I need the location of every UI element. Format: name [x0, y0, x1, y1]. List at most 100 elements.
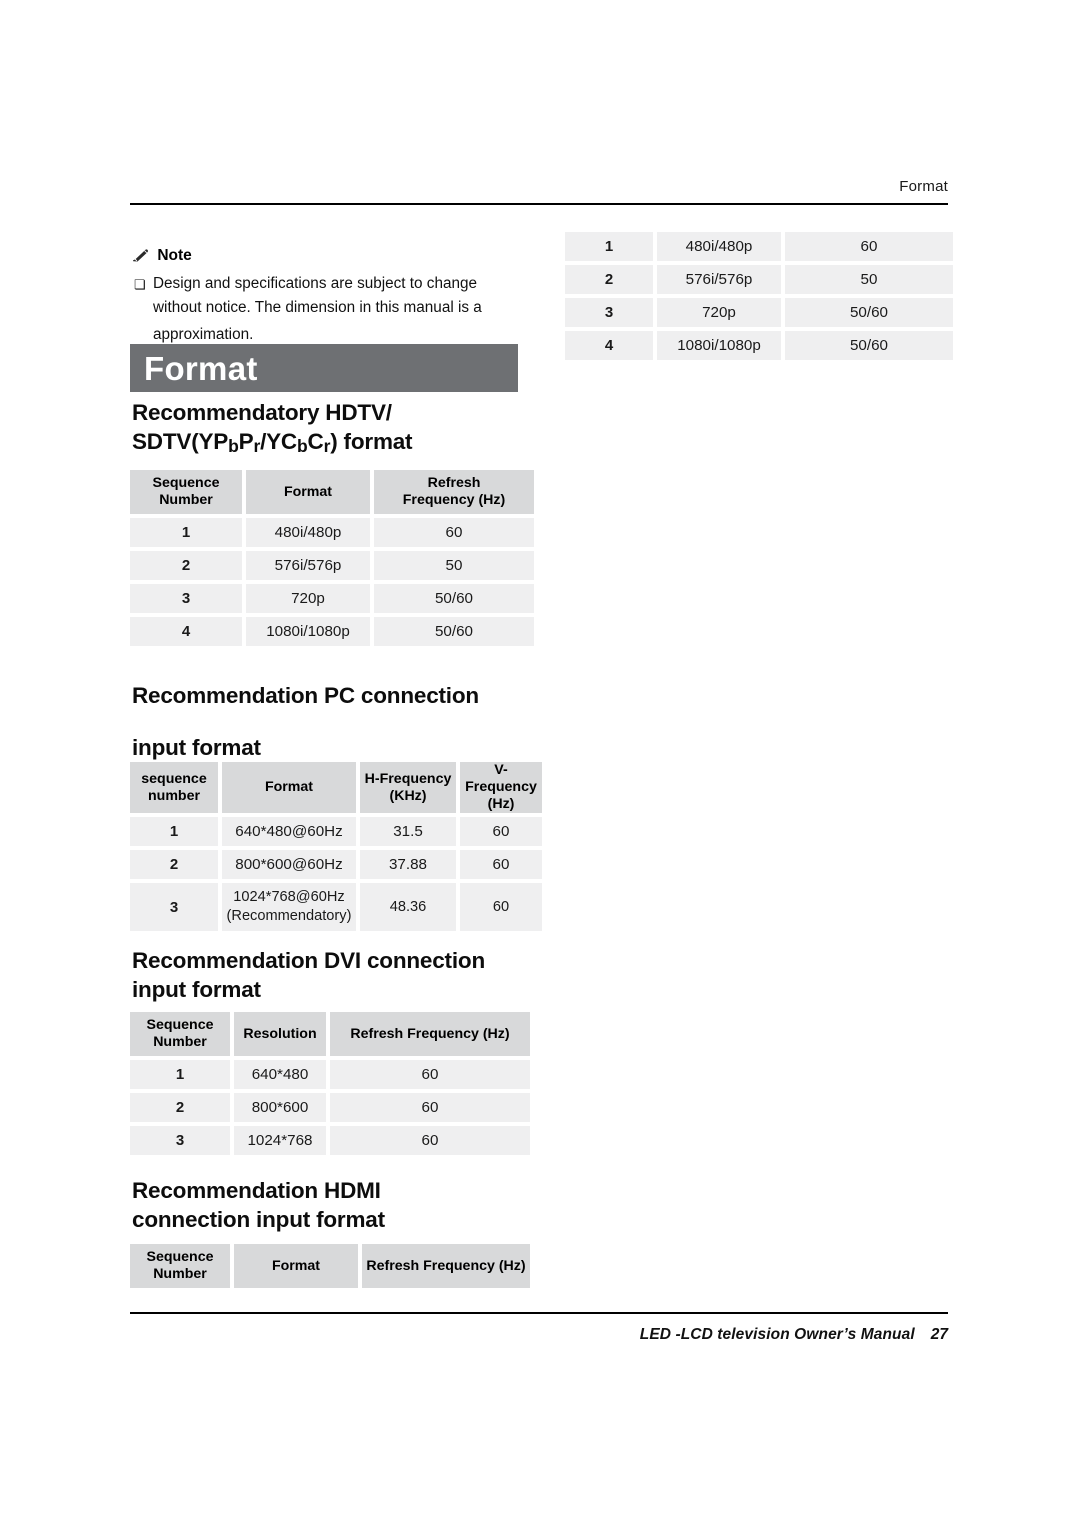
- heading-pc-line2: input format: [132, 735, 261, 760]
- footer-rule: [130, 1312, 948, 1314]
- header-text: Format: [271, 1257, 321, 1274]
- table-row: 2 800*600 60: [130, 1093, 530, 1122]
- cell-resolution: 800*600: [234, 1093, 326, 1122]
- table-row: 2 576i/576p 50: [130, 551, 534, 580]
- cell-h-frequency: 48.36: [360, 883, 456, 931]
- table-hdmi-input-format-continued: 1 480i/480p 60 2 576i/576p 50 3 720p 50/…: [561, 228, 957, 364]
- cell-v-frequency: 60: [460, 883, 542, 931]
- note-body: ❏ Design and specifications are subject …: [134, 272, 513, 347]
- table-row: 1 640*480 60: [130, 1060, 530, 1089]
- cell-sequence: 3: [130, 1126, 230, 1155]
- col-header-format: Format: [246, 470, 370, 514]
- cell-format: 1024*768@60Hz (Recommendatory): [222, 883, 356, 931]
- cell-sequence: 1: [130, 518, 242, 547]
- cell-format: 1080i/1080p: [246, 617, 370, 646]
- cell-sequence: 1: [130, 1060, 230, 1089]
- heading-pc-line1: Recommendation PC connection: [132, 683, 479, 708]
- col-header-sequence-number: Sequence Number: [130, 1244, 230, 1288]
- cell-sequence: 3: [130, 584, 242, 613]
- note-line-2: without notice. The dimension in this ma…: [153, 299, 482, 316]
- table-header-row: Sequence Number Format Refresh Frequency…: [130, 470, 534, 514]
- cell-h-frequency: 37.88: [360, 850, 456, 879]
- cell-refresh: 50/60: [374, 584, 534, 613]
- col-header-v-frequency: V-Frequency (Hz): [460, 762, 542, 813]
- format-banner-label: Format: [144, 350, 258, 387]
- note-heading: Note: [132, 247, 192, 265]
- col-header-refresh-frequency: Refresh Frequency (Hz): [362, 1244, 530, 1288]
- header-text: Frequency (Hz): [402, 492, 506, 508]
- cell-sequence: 1: [130, 817, 218, 846]
- heading-hdmi-line1: Recommendation HDMI: [132, 1178, 381, 1203]
- cell-sequence: 4: [130, 617, 242, 646]
- cell-format-line1: 1024*768@60Hz: [233, 889, 345, 905]
- table-row: 2 576i/576p 50: [565, 265, 953, 294]
- header-text: Number: [159, 492, 213, 508]
- cell-v-frequency: 60: [460, 817, 542, 846]
- cell-format: 480i/480p: [246, 518, 370, 547]
- header-text: Number: [153, 1034, 207, 1050]
- header-text: Resolution: [243, 1025, 317, 1042]
- cell-format: 720p: [246, 584, 370, 613]
- cell-resolution: 1024*768: [234, 1126, 326, 1155]
- note-line-1: Design and specifications are subject to…: [153, 275, 477, 292]
- table-row: 1 640*480@60Hz 31.5 60: [130, 817, 542, 846]
- table-row: 3 720p 50/60: [130, 584, 534, 613]
- table-row: 3 1024*768@60Hz (Recommendatory) 48.36 6…: [130, 883, 542, 931]
- heading-hdtv-sub-b1: b: [228, 436, 239, 456]
- cell-format: 720p: [657, 298, 781, 327]
- col-header-sequence-number: sequence number: [130, 762, 218, 813]
- table-hdmi-input-format: Sequence Number Format Refresh Frequency…: [126, 1240, 534, 1292]
- table-header-row: Sequence Number Resolution Refresh Frequ…: [130, 1012, 530, 1056]
- heading-hdtv-mid2: /YC: [260, 429, 297, 454]
- table-header-row: sequence number Format H-Frequency (KHz)…: [130, 762, 542, 813]
- col-header-refresh-frequency: Refresh Frequency (Hz): [330, 1012, 530, 1056]
- header-text: Number: [153, 1266, 207, 1282]
- header-text: V-Frequency: [465, 762, 537, 795]
- table-row: 4 1080i/1080p 50/60: [130, 617, 534, 646]
- table-row: 2 800*600@60Hz 37.88 60: [130, 850, 542, 879]
- header-text: (KHz): [389, 787, 427, 804]
- header-text: H-Frequency: [364, 770, 452, 787]
- col-header-format: Format: [234, 1244, 358, 1288]
- cell-resolution: 640*480: [234, 1060, 326, 1089]
- heading-hdtv-line1: Recommendatory HDTV/: [132, 400, 392, 425]
- cell-refresh: 60: [330, 1093, 530, 1122]
- cell-format: 640*480@60Hz: [222, 817, 356, 846]
- table-row: 1 480i/480p 60: [130, 518, 534, 547]
- cell-format: 1080i/1080p: [657, 331, 781, 360]
- heading-hdtv-sub-b2: b: [297, 436, 308, 456]
- heading-hdtv-sdtv-format: Recommendatory HDTV/ SDTV(YPbPr/YCbCr) f…: [132, 398, 532, 458]
- cell-format: 576i/576p: [246, 551, 370, 580]
- header-text: Format: [283, 483, 333, 500]
- cell-sequence: 1: [565, 232, 653, 261]
- cell-v-frequency: 60: [460, 850, 542, 879]
- cell-refresh: 60: [330, 1060, 530, 1089]
- table-row: 3 720p 50/60: [565, 298, 953, 327]
- note-bullet-icon: ❏: [134, 277, 146, 292]
- header-text: number: [147, 787, 201, 804]
- heading-hdtv-sub-r1: r: [253, 436, 261, 456]
- cell-refresh: 50/60: [374, 617, 534, 646]
- footer-manual-title: LED -LCD television Owner’s Manual: [639, 1326, 915, 1343]
- cell-refresh: 50: [374, 551, 534, 580]
- cell-sequence: 3: [565, 298, 653, 327]
- header-rule: [130, 203, 948, 205]
- heading-hdmi-line2: connection input format: [132, 1207, 385, 1232]
- manual-page: Format Note ❏ Design and specifications …: [0, 0, 1080, 1527]
- cell-sequence: 2: [130, 551, 242, 580]
- cell-sequence: 3: [130, 883, 218, 931]
- format-section-banner: Format: [130, 344, 518, 392]
- heading-hdtv-mid3: C: [307, 429, 324, 454]
- table-row: 4 1080i/1080p 50/60: [565, 331, 953, 360]
- cell-format: 576i/576p: [657, 265, 781, 294]
- header-text: Refresh: [427, 475, 481, 491]
- header-text: Sequence: [146, 1017, 214, 1033]
- cell-sequence: 2: [130, 850, 218, 879]
- cell-refresh: 60: [374, 518, 534, 547]
- footer-page-number: 27: [930, 1326, 948, 1343]
- col-header-refresh-frequency: Refresh Frequency (Hz): [374, 470, 534, 514]
- cell-refresh: 50/60: [785, 331, 953, 360]
- cell-sequence: 2: [565, 265, 653, 294]
- cell-h-frequency: 31.5: [360, 817, 456, 846]
- header-text: Sequence: [152, 475, 220, 491]
